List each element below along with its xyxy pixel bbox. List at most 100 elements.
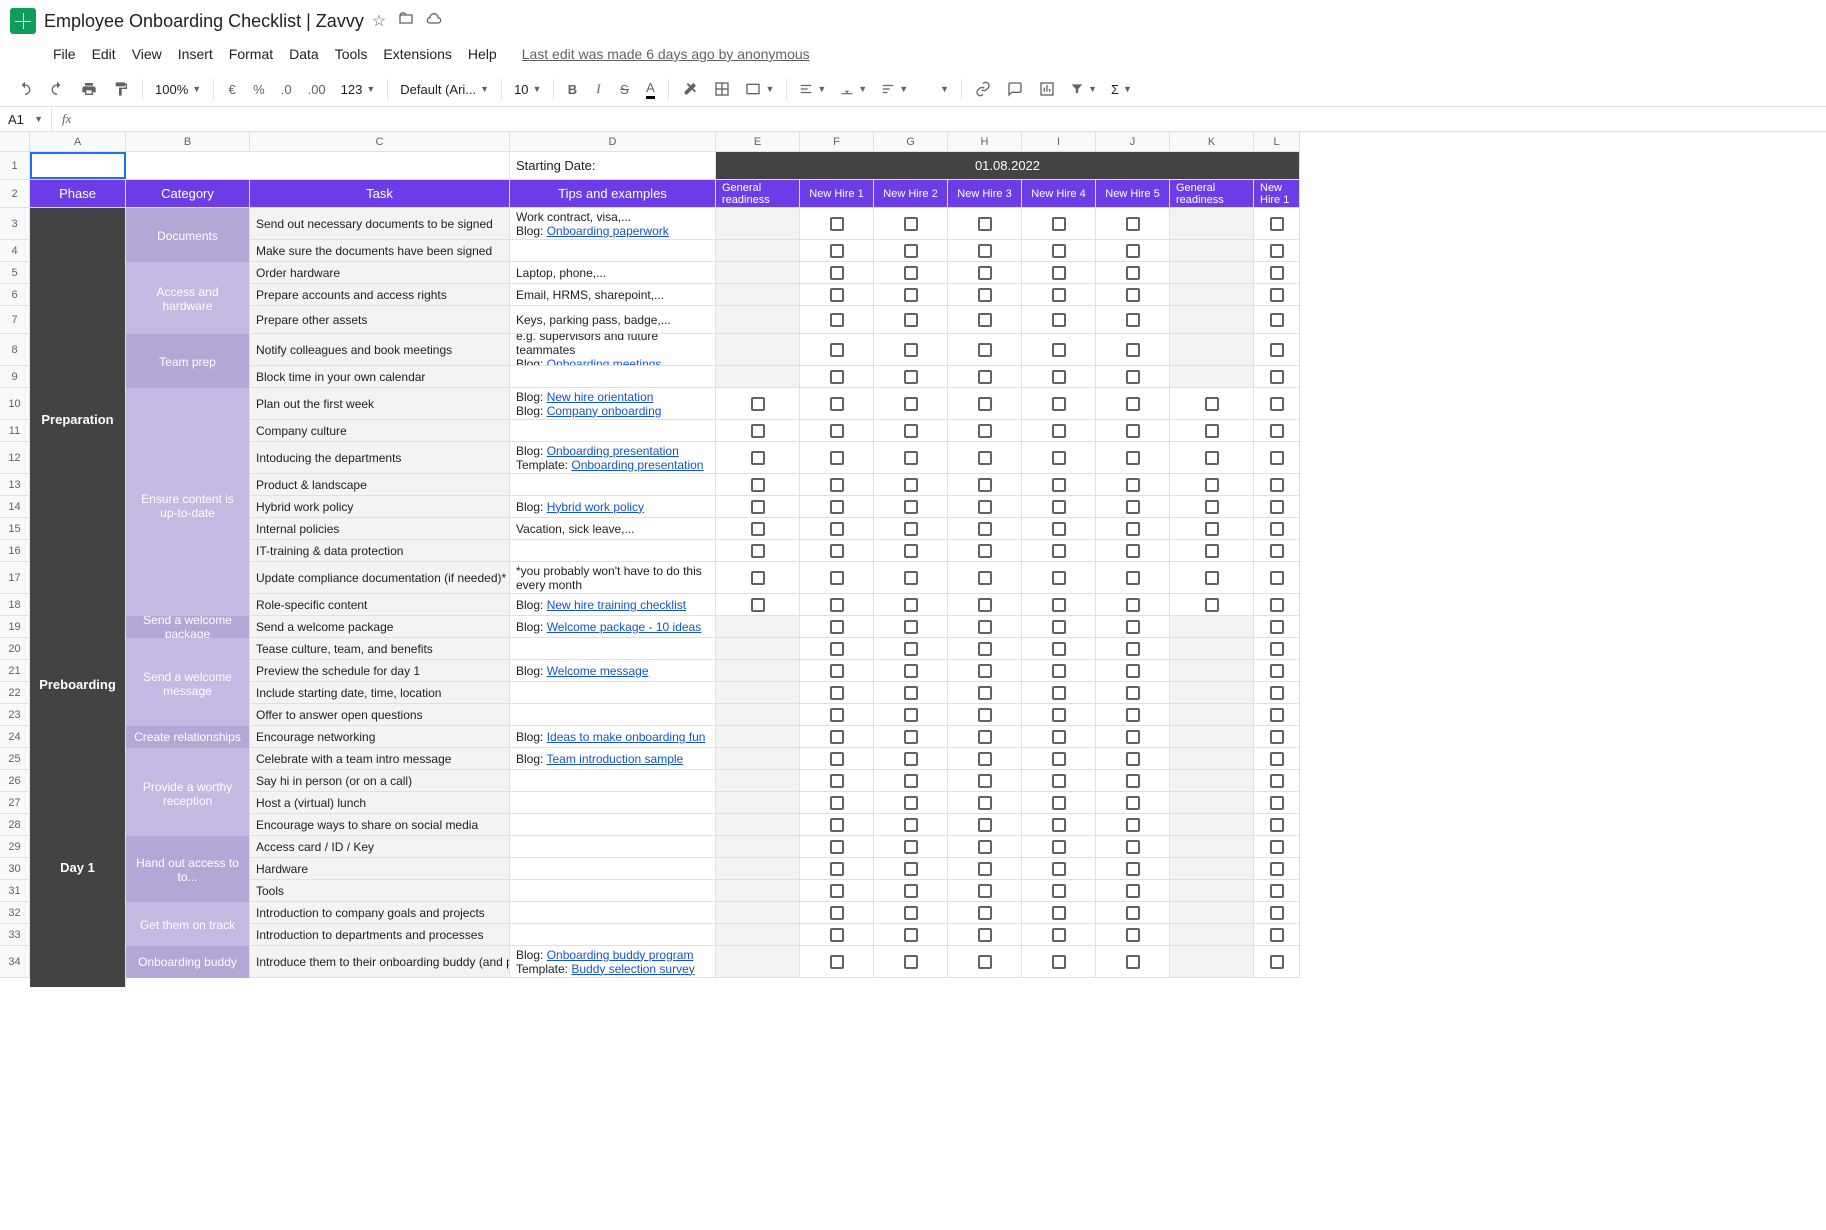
- checkbox[interactable]: [904, 424, 918, 438]
- check-cell[interactable]: [948, 496, 1022, 517]
- currency-button[interactable]: €: [220, 76, 244, 102]
- checkbox[interactable]: [830, 478, 844, 492]
- checkbox[interactable]: [1205, 522, 1219, 536]
- check-cell[interactable]: [1254, 880, 1300, 901]
- check-cell[interactable]: [1170, 924, 1254, 945]
- check-cell[interactable]: [716, 726, 800, 747]
- check-cell[interactable]: [800, 240, 874, 261]
- check-cell[interactable]: [716, 682, 800, 703]
- checkbox[interactable]: [1126, 906, 1140, 920]
- check-cell[interactable]: [716, 540, 800, 561]
- check-cell[interactable]: [874, 814, 948, 835]
- starting-date-value[interactable]: 01.08.2022: [716, 152, 1300, 179]
- check-cell[interactable]: [1022, 306, 1096, 333]
- check-cell[interactable]: [948, 924, 1022, 945]
- menu-extensions[interactable]: Extensions: [376, 42, 458, 66]
- category-cell[interactable]: Send a welcome message: [126, 638, 250, 729]
- check-cell[interactable]: [874, 616, 948, 637]
- tips-cell[interactable]: e.g. supervisors and future teammatesBlo…: [510, 334, 716, 365]
- check-cell[interactable]: [1254, 284, 1300, 305]
- task-cell[interactable]: Introduction to company goals and projec…: [250, 902, 510, 923]
- task-cell[interactable]: Introduction to departments and processe…: [250, 924, 510, 945]
- checkbox[interactable]: [904, 571, 918, 585]
- checkbox[interactable]: [1126, 313, 1140, 327]
- checkbox[interactable]: [904, 343, 918, 357]
- row-header-29[interactable]: 29: [0, 836, 29, 858]
- check-cell[interactable]: [1170, 284, 1254, 305]
- check-cell[interactable]: [800, 638, 874, 659]
- checkbox[interactable]: [1052, 571, 1066, 585]
- checkbox[interactable]: [1126, 862, 1140, 876]
- check-cell[interactable]: [948, 442, 1022, 473]
- checkbox[interactable]: [830, 774, 844, 788]
- checkbox[interactable]: [830, 796, 844, 810]
- checkbox[interactable]: [1052, 730, 1066, 744]
- halign-button[interactable]: ▼: [793, 78, 832, 100]
- check-cell[interactable]: [1096, 594, 1170, 615]
- check-cell[interactable]: [874, 240, 948, 261]
- checkbox[interactable]: [1126, 884, 1140, 898]
- row-header-22[interactable]: 22: [0, 682, 29, 704]
- checkbox[interactable]: [904, 862, 918, 876]
- task-cell[interactable]: Internal policies: [250, 518, 510, 539]
- check-cell[interactable]: [716, 474, 800, 495]
- row-header-17[interactable]: 17: [0, 562, 29, 594]
- text-color-button[interactable]: A: [638, 76, 662, 102]
- cell-A1[interactable]: [30, 152, 126, 179]
- checkbox[interactable]: [978, 424, 992, 438]
- checkbox[interactable]: [830, 266, 844, 280]
- check-cell[interactable]: [716, 562, 800, 593]
- header-col-6[interactable]: General readiness: [1170, 180, 1254, 207]
- cell-BC1[interactable]: [126, 152, 510, 179]
- check-cell[interactable]: [800, 770, 874, 791]
- check-cell[interactable]: [1254, 496, 1300, 517]
- check-cell[interactable]: [1096, 770, 1170, 791]
- tips-cell[interactable]: Blog: New hire training checklist: [510, 594, 716, 615]
- menu-tools[interactable]: Tools: [328, 42, 375, 66]
- check-cell[interactable]: [948, 946, 1022, 977]
- task-cell[interactable]: Role-specific content: [250, 594, 510, 615]
- checkbox[interactable]: [1126, 288, 1140, 302]
- tips-cell[interactable]: Blog: Team introduction sample: [510, 748, 716, 769]
- checkbox[interactable]: [1052, 884, 1066, 898]
- check-cell[interactable]: [1170, 496, 1254, 517]
- column-header-H[interactable]: H: [948, 132, 1022, 151]
- checkbox[interactable]: [904, 500, 918, 514]
- checkbox[interactable]: [904, 544, 918, 558]
- checkbox[interactable]: [978, 522, 992, 536]
- category-cell[interactable]: Onboarding buddy: [126, 946, 250, 978]
- tips-cell[interactable]: Blog: Ideas to make onboarding fun: [510, 726, 716, 747]
- check-cell[interactable]: [1170, 682, 1254, 703]
- check-cell[interactable]: [1022, 562, 1096, 593]
- phase-preboarding[interactable]: Preboarding: [30, 616, 126, 753]
- checkbox[interactable]: [1205, 478, 1219, 492]
- tips-cell[interactable]: [510, 366, 716, 387]
- check-cell[interactable]: [800, 334, 874, 365]
- checkbox[interactable]: [1126, 796, 1140, 810]
- check-cell[interactable]: [1022, 770, 1096, 791]
- column-header-I[interactable]: I: [1022, 132, 1096, 151]
- check-cell[interactable]: [948, 770, 1022, 791]
- check-cell[interactable]: [948, 518, 1022, 539]
- check-cell[interactable]: [1170, 946, 1254, 977]
- check-cell[interactable]: [874, 638, 948, 659]
- checkbox[interactable]: [1205, 571, 1219, 585]
- check-cell[interactable]: [800, 420, 874, 441]
- check-cell[interactable]: [1022, 474, 1096, 495]
- checkbox[interactable]: [1270, 544, 1284, 558]
- check-cell[interactable]: [874, 518, 948, 539]
- check-cell[interactable]: [716, 594, 800, 615]
- check-cell[interactable]: [716, 442, 800, 473]
- check-cell[interactable]: [1254, 946, 1300, 977]
- checkbox[interactable]: [904, 796, 918, 810]
- checkbox[interactable]: [1052, 840, 1066, 854]
- column-header-K[interactable]: K: [1170, 132, 1254, 151]
- checkbox[interactable]: [1052, 370, 1066, 384]
- check-cell[interactable]: [1170, 540, 1254, 561]
- checkbox[interactable]: [978, 840, 992, 854]
- checkbox[interactable]: [978, 451, 992, 465]
- check-cell[interactable]: [874, 208, 948, 239]
- check-cell[interactable]: [1096, 682, 1170, 703]
- tips-cell[interactable]: [510, 704, 716, 725]
- check-cell[interactable]: [1096, 306, 1170, 333]
